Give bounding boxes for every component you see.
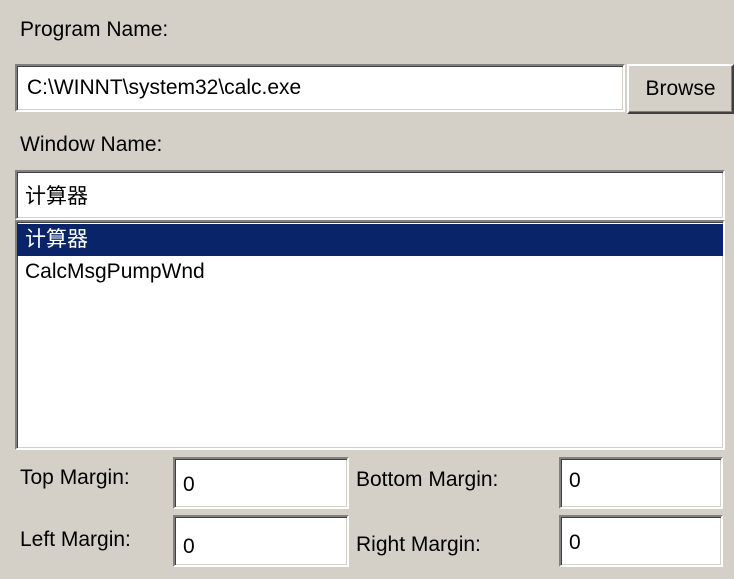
program-name-value[interactable]: C:\WINNT\system32\calc.exe (27, 76, 301, 100)
bottom-margin-label: Bottom Margin: (356, 468, 499, 491)
left-margin-label: Left Margin: (20, 528, 131, 551)
top-margin-label: Top Margin: (20, 466, 130, 489)
program-name-field[interactable]: C:\WINNT\system32\calc.exe (15, 64, 625, 112)
top-margin-value[interactable]: 0 (183, 473, 195, 497)
right-margin-label: Right Margin: (356, 533, 481, 556)
window-list-item[interactable]: 计算器 (17, 224, 723, 256)
browse-button-label: Browse (645, 77, 716, 100)
browse-button[interactable]: Browse (627, 64, 734, 114)
window-list-item[interactable]: CalcMsgPumpWnd (17, 256, 723, 288)
program-name-label: Program Name: (20, 18, 169, 41)
window-list[interactable]: 计算器 CalcMsgPumpWnd (15, 220, 725, 450)
window-name-field[interactable]: 计算器 (15, 170, 725, 220)
right-margin-field[interactable]: 0 (559, 515, 723, 567)
left-margin-field[interactable]: 0 (173, 515, 349, 567)
top-margin-field[interactable]: 0 (173, 457, 349, 509)
bottom-margin-value[interactable]: 0 (569, 469, 581, 493)
window-list-items: 计算器 CalcMsgPumpWnd (17, 222, 723, 288)
window-name-value[interactable]: 计算器 (25, 180, 88, 210)
right-margin-value[interactable]: 0 (569, 531, 581, 555)
left-margin-value[interactable]: 0 (183, 535, 195, 559)
window-name-label: Window Name: (20, 133, 163, 156)
bottom-margin-field[interactable]: 0 (559, 457, 723, 509)
